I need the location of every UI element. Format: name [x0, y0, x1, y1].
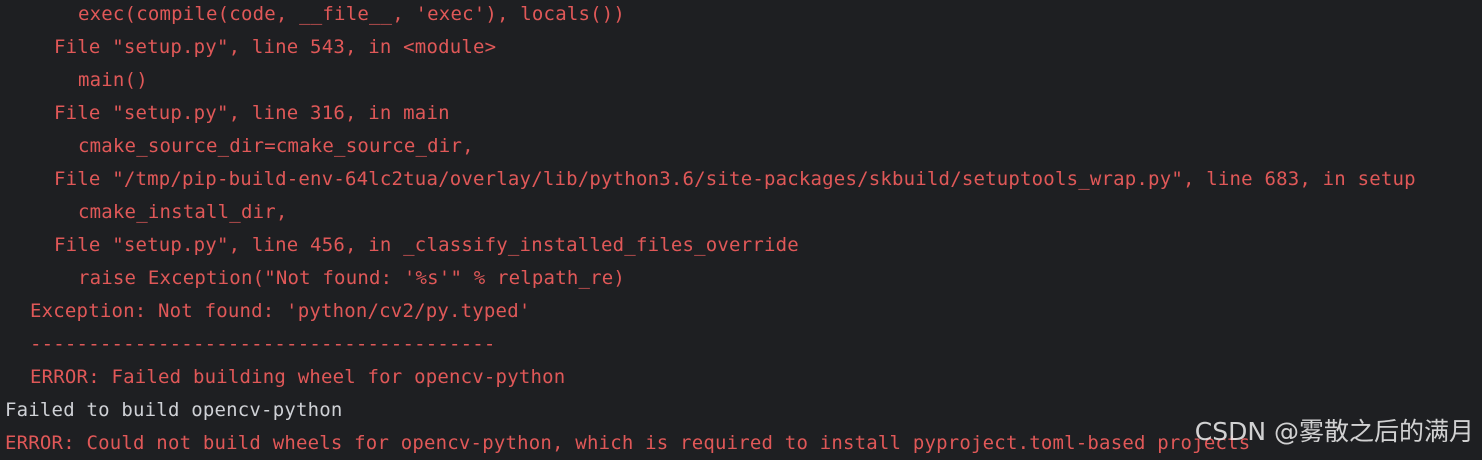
- traceback-line: File "/tmp/pip-build-env-64lc2tua/overla…: [54, 168, 1416, 190]
- terminal-output[interactable]: exec(compile(code, __file__, 'exec'), lo…: [0, 0, 1482, 459]
- traceback-line: cmake_source_dir=cmake_source_dir,: [78, 135, 474, 157]
- exception-line: Exception: Not found: 'python/cv2/py.typ…: [30, 300, 531, 322]
- traceback-line: raise Exception("Not found: '%s'" % relp…: [78, 267, 626, 289]
- traceback-line: File "setup.py", line 316, in main: [54, 102, 450, 124]
- status-line: Failed to build opencv-python: [5, 399, 343, 421]
- error-line: ERROR: Failed building wheel for opencv-…: [30, 366, 566, 388]
- traceback-line: File "setup.py", line 456, in _classify_…: [54, 234, 799, 256]
- traceback-line: cmake_install_dir,: [78, 201, 288, 223]
- separator-line: ----------------------------------------: [30, 333, 496, 355]
- traceback-line: File "setup.py", line 543, in <module>: [54, 36, 497, 58]
- error-line: ERROR: Could not build wheels for opencv…: [5, 432, 1251, 454]
- csdn-watermark: CSDN @雾散之后的满月: [1194, 417, 1474, 446]
- traceback-line: exec(compile(code, __file__, 'exec'), lo…: [78, 3, 626, 25]
- traceback-line: main(): [78, 69, 148, 91]
